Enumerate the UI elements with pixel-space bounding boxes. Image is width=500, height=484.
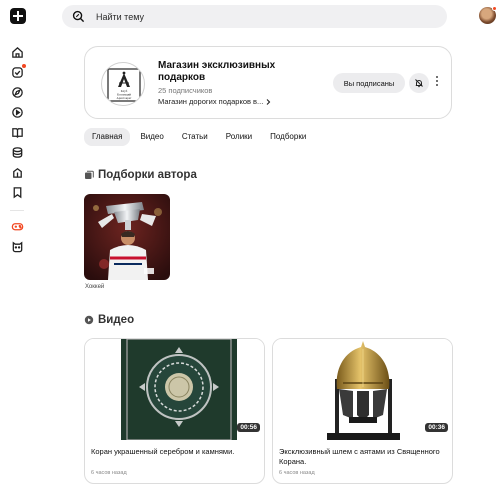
collections-section-header: Подборки автора — [84, 169, 197, 181]
search-icon — [72, 10, 85, 23]
video-duration: 00:36 — [425, 423, 448, 432]
notifications-toggle-button[interactable] — [409, 73, 429, 93]
chevron-right-icon — [266, 98, 271, 105]
tab-articles[interactable]: Статьи — [174, 128, 216, 146]
discover-icon[interactable] — [11, 86, 24, 99]
video-title[interactable]: Эксклюзивный шлем с аятами из Священного… — [279, 447, 444, 467]
video-card[interactable]: 00:56 Коран украшенный серебром и камням… — [84, 338, 265, 484]
app-logo-icon[interactable] — [10, 8, 26, 24]
bookmarks-icon[interactable] — [11, 186, 24, 199]
subscriptions-icon[interactable] — [11, 146, 24, 159]
video-title[interactable]: Коран украшенный серебром и камнями. — [91, 447, 256, 457]
channel-description-text: Магазин дорогих подарков в... — [158, 97, 264, 106]
channel-card: Клуб Коллекций Аристократ Магазин эксклю… — [84, 46, 452, 119]
tab-video[interactable]: Видео — [132, 128, 171, 146]
articles-icon[interactable] — [11, 126, 24, 139]
collections-icon — [85, 170, 94, 179]
left-rail — [0, 0, 34, 484]
channel-logo-line3: Аристократ — [117, 96, 133, 100]
video-section-icon — [84, 315, 94, 325]
channel-title[interactable]: Магазин эксклюзивных подарков — [158, 60, 283, 84]
hockey-cover-image — [84, 194, 170, 280]
videos-icon[interactable] — [11, 106, 24, 119]
video-timestamp: 6 часов назад — [279, 470, 315, 476]
avatar-notification-dot — [492, 6, 497, 11]
video-thumbnail[interactable]: 00:56 — [85, 339, 264, 440]
tab-main[interactable]: Главная — [84, 128, 131, 146]
collection-label-hockey[interactable]: Хоккей — [85, 284, 104, 290]
notification-dot — [22, 64, 26, 68]
collection-card-hockey[interactable] — [84, 194, 170, 280]
subscribed-button[interactable]: Вы подписаны — [333, 73, 405, 93]
notifications-icon[interactable] — [11, 64, 26, 79]
channel-logo[interactable]: Клуб Коллекций Аристократ — [101, 62, 145, 106]
tab-clips[interactable]: Ролики — [218, 128, 260, 146]
search-input[interactable] — [96, 5, 426, 28]
user-avatar[interactable] — [479, 6, 497, 24]
search-bar[interactable] — [62, 5, 447, 28]
kids-icon[interactable] — [11, 240, 24, 253]
games-icon[interactable] — [11, 220, 24, 233]
bell-off-icon — [415, 79, 423, 88]
more-options-icon[interactable] — [434, 76, 440, 90]
channel-tabs: Главная Видео Статьи Ролики Подборки — [84, 128, 314, 146]
subscriber-count: 25 подписчиков — [158, 86, 213, 95]
video-thumbnail[interactable]: 00:36 — [273, 339, 452, 440]
video-duration: 00:56 — [237, 423, 260, 432]
videos-section-title: Видео — [98, 314, 135, 326]
video-card[interactable]: 00:36 Эксклюзивный шлем с аятами из Свящ… — [272, 338, 453, 484]
leaderboard-icon[interactable] — [11, 166, 24, 179]
collections-section-title: Подборки автора — [98, 169, 197, 181]
home-icon[interactable] — [11, 46, 24, 59]
channel-description[interactable]: Магазин дорогих подарков в... — [158, 97, 283, 106]
rail-divider — [10, 210, 24, 211]
video-timestamp: 6 часов назад — [91, 470, 127, 476]
videos-section-header: Видео — [84, 314, 134, 326]
tab-collections[interactable]: Подборки — [262, 128, 314, 146]
